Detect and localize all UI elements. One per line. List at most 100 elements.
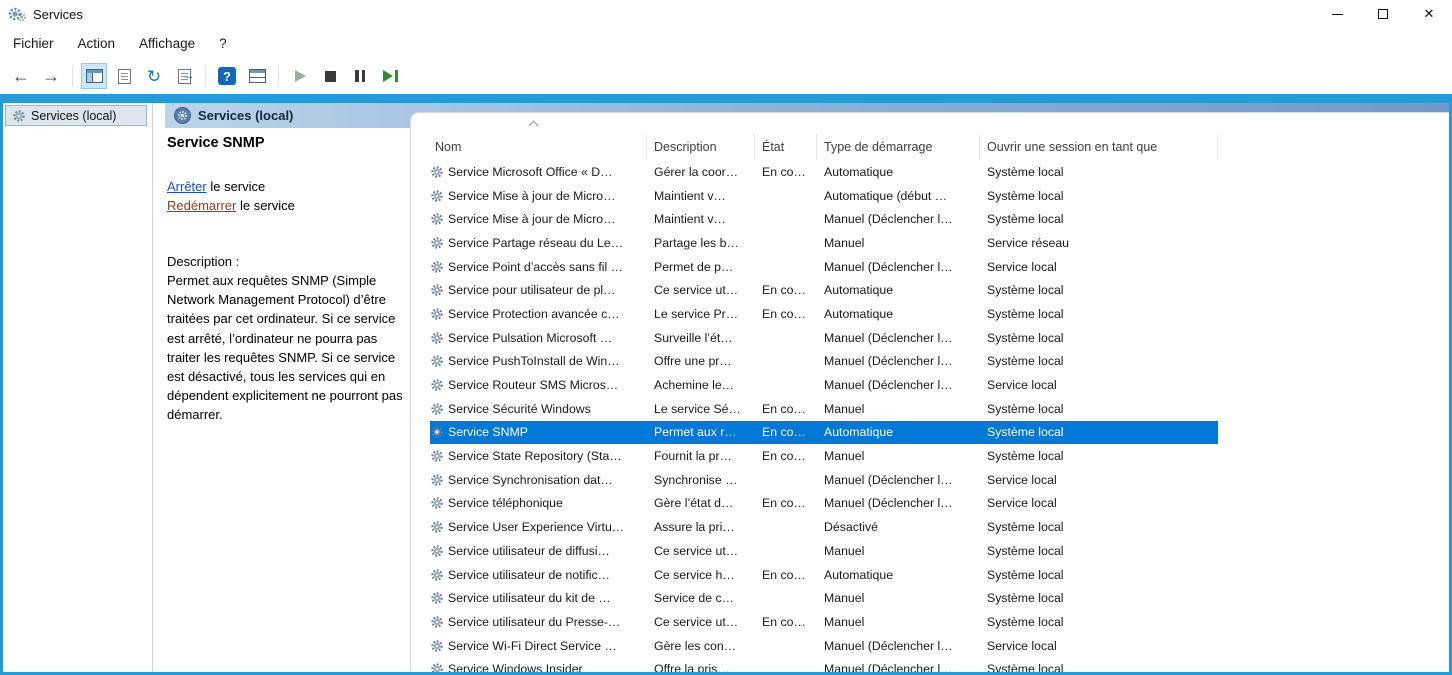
restart-service-suffix: le service: [236, 198, 295, 213]
export-list-icon: →: [178, 69, 191, 84]
tree-item-services-local[interactable]: Services (local): [5, 105, 147, 126]
service-row[interactable]: Service Point d’accès sans fil …Permet d…: [430, 255, 1218, 279]
service-gear-icon: [430, 496, 448, 510]
service-row[interactable]: Service Partage réseau du Le…Partage les…: [430, 231, 1218, 255]
service-name: Service SNMP: [430, 425, 647, 439]
service-description: Permet de p…: [647, 260, 755, 274]
console-frame: Services (local) Services (local) Servic…: [0, 94, 1452, 675]
service-row[interactable]: Service utilisateur du Presse-…Ce servic…: [430, 610, 1218, 634]
menu-item-fichier[interactable]: Fichier: [1, 31, 66, 56]
menu-item-aide[interactable]: ?: [207, 31, 239, 56]
service-row[interactable]: Service pour utilisateur de pl…Ce servic…: [430, 278, 1218, 302]
maximize-button[interactable]: [1360, 0, 1406, 28]
service-row[interactable]: Service Protection avancée c…Le service …: [430, 302, 1218, 326]
service-startup-type: Manuel (Déclencher l…: [817, 212, 980, 226]
stop-service-link[interactable]: Arrêter: [167, 179, 207, 194]
minimize-button[interactable]: [1314, 0, 1360, 28]
service-name: Service Mise à jour de Micro…: [430, 189, 647, 203]
service-row[interactable]: Service utilisateur de diffusi…Ce servic…: [430, 539, 1218, 563]
service-gear-icon: [430, 283, 448, 297]
service-description: Gère les con…: [647, 639, 755, 653]
service-logon: Service local: [980, 639, 1218, 653]
service-details-panel: Service SNMP Arrêter le service Redémarr…: [167, 135, 415, 425]
service-row[interactable]: Service SNMPPermet aux r…En co…Automatiq…: [430, 421, 1218, 445]
service-name: Service Routeur SMS Micros…: [430, 378, 647, 392]
back-button[interactable]: ←: [8, 63, 34, 89]
refresh-button[interactable]: ↻: [141, 63, 167, 89]
service-description: Assure la pri…: [647, 520, 755, 534]
forward-arrow-icon: →: [42, 67, 60, 85]
service-gear-icon: [430, 402, 448, 416]
column-header-ouvrir-session[interactable]: Ouvrir une session en tant que: [980, 134, 1218, 160]
service-startup-type: Manuel (Déclencher l…: [817, 496, 980, 510]
export-list-button[interactable]: →: [171, 63, 197, 89]
menu-bar: FichierActionAffichage?: [0, 28, 1452, 58]
restart-service-button[interactable]: [377, 63, 403, 89]
service-name: Service Partage réseau du Le…: [430, 236, 647, 250]
service-action-links: Arrêter le service Redémarrer le service: [167, 178, 415, 215]
service-startup-type: Automatique: [817, 425, 980, 439]
toolbar: ← → ↻ → ?: [0, 58, 1452, 94]
restart-icon: [383, 70, 398, 82]
service-row[interactable]: Service Synchronisation dat…Synchronise …: [430, 468, 1218, 492]
service-row[interactable]: Service Microsoft Office « D…Gérer la co…: [430, 160, 1218, 184]
column-header-etat[interactable]: État: [755, 134, 817, 160]
maximize-icon: [1378, 9, 1388, 19]
service-row[interactable]: Service Pulsation Microsoft …Surveille l…: [430, 326, 1218, 350]
column-header-type-demarrage[interactable]: Type de démarrage: [817, 134, 980, 160]
service-description: Ce service h…: [647, 568, 755, 582]
menu-item-action[interactable]: Action: [66, 31, 128, 56]
service-row[interactable]: Service State Repository (Sta…Fournit la…: [430, 444, 1218, 468]
forward-button[interactable]: →: [38, 63, 64, 89]
service-gear-icon: [430, 260, 448, 274]
menu-item-affichage[interactable]: Affichage: [127, 31, 207, 56]
service-startup-type: Manuel: [817, 236, 980, 250]
service-row[interactable]: Service Windows InsiderOffre la pris…Man…: [430, 657, 1218, 672]
service-row[interactable]: Service PushToInstall de Win…Offre une p…: [430, 350, 1218, 374]
console-tree-toggle-button[interactable]: [81, 63, 107, 89]
help-button[interactable]: ?: [214, 63, 240, 89]
column-header-description[interactable]: Description: [647, 134, 755, 160]
service-row[interactable]: Service Wi-Fi Direct Service …Gère les c…: [430, 634, 1218, 658]
start-icon: [295, 70, 306, 82]
service-state: En co…: [755, 615, 817, 629]
column-headers: Nom Description État Type de démarrage O…: [411, 113, 1449, 160]
start-service-button[interactable]: [287, 63, 313, 89]
stop-service-button[interactable]: [317, 63, 343, 89]
service-name: Service PushToInstall de Win…: [430, 354, 647, 368]
service-row[interactable]: Service Sécurité WindowsLe service Sé…En…: [430, 397, 1218, 421]
service-startup-type: Automatique: [817, 568, 980, 582]
service-row[interactable]: Service utilisateur du kit de …Service d…: [430, 586, 1218, 610]
service-logon: Système local: [980, 449, 1218, 463]
service-logon: Service local: [980, 473, 1218, 487]
toolbar-separator: [205, 66, 206, 86]
service-row[interactable]: Service téléphoniqueGère l’état d…En co……: [430, 492, 1218, 516]
properties-window-button[interactable]: [244, 63, 270, 89]
service-gear-icon: [430, 615, 448, 629]
service-row[interactable]: Service utilisateur de notific…Ce servic…: [430, 563, 1218, 587]
service-logon: Système local: [980, 568, 1218, 582]
pause-service-button[interactable]: [347, 63, 373, 89]
service-state: En co…: [755, 165, 817, 179]
column-header-nom[interactable]: Nom: [430, 134, 647, 160]
restart-service-link[interactable]: Redémarrer: [167, 198, 236, 213]
service-row[interactable]: Service Routeur SMS Micros…Achemine le…M…: [430, 373, 1218, 397]
service-logon: Système local: [980, 520, 1218, 534]
service-startup-type: Manuel: [817, 615, 980, 629]
description-label: Description :: [167, 254, 415, 269]
properties-window-icon: [249, 69, 266, 83]
service-startup-type: Automatique: [817, 165, 980, 179]
service-description: Gérer la coor…: [647, 165, 755, 179]
stop-icon: [325, 71, 336, 82]
service-logon: Système local: [980, 307, 1218, 321]
stop-service-suffix: le service: [207, 179, 266, 194]
service-row[interactable]: Service Mise à jour de Micro…Maintient v…: [430, 207, 1218, 231]
service-gear-icon: [430, 544, 448, 558]
service-row[interactable]: Service User Experience Virtu…Assure la …: [430, 515, 1218, 539]
properties-button[interactable]: [111, 63, 137, 89]
service-row[interactable]: Service Mise à jour de Micro…Maintient v…: [430, 184, 1218, 208]
service-name: Service utilisateur de diffusi…: [430, 544, 647, 558]
service-state: En co…: [755, 307, 817, 321]
service-name: Service User Experience Virtu…: [430, 520, 647, 534]
close-button[interactable]: ✕: [1406, 0, 1452, 28]
